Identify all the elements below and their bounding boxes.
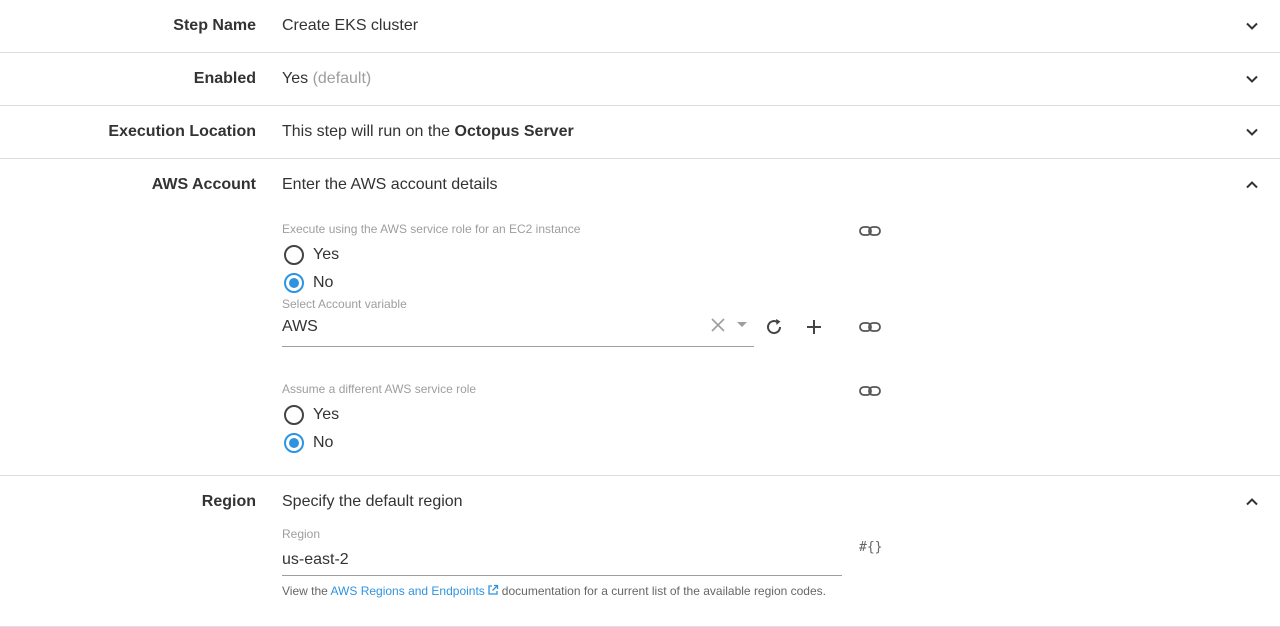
enabled-default-note: (default) (312, 70, 372, 87)
chevron-up-icon[interactable] (1244, 177, 1260, 193)
assume-role-no-radio[interactable]: No (282, 431, 333, 455)
assume-role-no-label: No (313, 434, 334, 451)
ec2-role-no-label: No (313, 274, 334, 291)
ec2-role-yes-label: Yes (313, 246, 340, 263)
section-enabled: Enabled Yes (default) (0, 53, 1280, 106)
region-hint-suffix: documentation for a current list of the … (501, 584, 826, 598)
ec2-role-label: Execute using the AWS service role for a… (282, 222, 581, 236)
region-summary: Specify the default region (282, 493, 463, 510)
radio-checked-icon (284, 433, 304, 453)
ec2-role-no-radio[interactable]: No (282, 271, 333, 295)
aws-account-summary: Enter the AWS account details (282, 176, 498, 193)
account-variable-label: Select Account variable (282, 297, 407, 311)
chevron-up-icon[interactable] (1244, 494, 1260, 510)
variable-binding-button[interactable]: #{} (859, 540, 882, 555)
radio-unchecked-icon (284, 405, 304, 425)
aws-regions-link-text: AWS Regions and Endpoints (330, 584, 485, 598)
execution-location-prefix: This step will run on the (282, 123, 451, 140)
execution-location-summary: This step will run on the Octopus Server (282, 123, 574, 141)
region-hint-prefix: View the (282, 584, 328, 598)
region-hint: View the AWS Regions and Endpoints docume… (282, 584, 826, 598)
ec2-role-yes-radio[interactable]: Yes (282, 243, 339, 267)
step-name-label: Step Name (173, 17, 256, 34)
step-name-summary: Create EKS cluster (282, 17, 419, 34)
radio-unchecked-icon (284, 245, 304, 265)
region-value: us-east-2 (282, 551, 349, 568)
account-variable-select[interactable]: AWS (282, 313, 754, 347)
region-label: Region (201, 493, 256, 510)
chevron-down-icon[interactable] (1244, 71, 1260, 87)
execution-location-target: Octopus Server (454, 123, 574, 140)
assume-role-label: Assume a different AWS service role (282, 382, 477, 396)
region-field-label: Region (282, 527, 321, 541)
account-variable-value: AWS (282, 318, 318, 335)
add-icon[interactable] (803, 316, 825, 338)
external-link-icon (488, 584, 498, 595)
execution-location-label: Execution Location (108, 123, 256, 140)
section-execution-location: Execution Location This step will run on… (0, 106, 1280, 159)
dropdown-caret-icon[interactable] (737, 322, 747, 327)
aws-account-label: AWS Account (151, 176, 256, 193)
enabled-summary: Yes (default) (282, 70, 371, 88)
link-icon[interactable] (858, 383, 882, 399)
section-step-name: Step Name Create EKS cluster (0, 0, 1280, 53)
radio-checked-icon (284, 273, 304, 293)
refresh-icon[interactable] (763, 316, 785, 338)
assume-role-yes-radio[interactable]: Yes (282, 403, 339, 427)
enabled-value: Yes (282, 70, 309, 87)
clear-icon[interactable] (710, 317, 726, 333)
assume-role-yes-label: Yes (313, 406, 340, 423)
chevron-down-icon[interactable] (1244, 124, 1260, 140)
link-icon[interactable] (858, 319, 882, 335)
aws-regions-link[interactable]: AWS Regions and Endpoints (330, 584, 501, 598)
chevron-down-icon[interactable] (1244, 18, 1260, 34)
link-icon[interactable] (858, 223, 882, 239)
region-input[interactable]: us-east-2 (282, 548, 842, 576)
enabled-label: Enabled (193, 70, 256, 87)
